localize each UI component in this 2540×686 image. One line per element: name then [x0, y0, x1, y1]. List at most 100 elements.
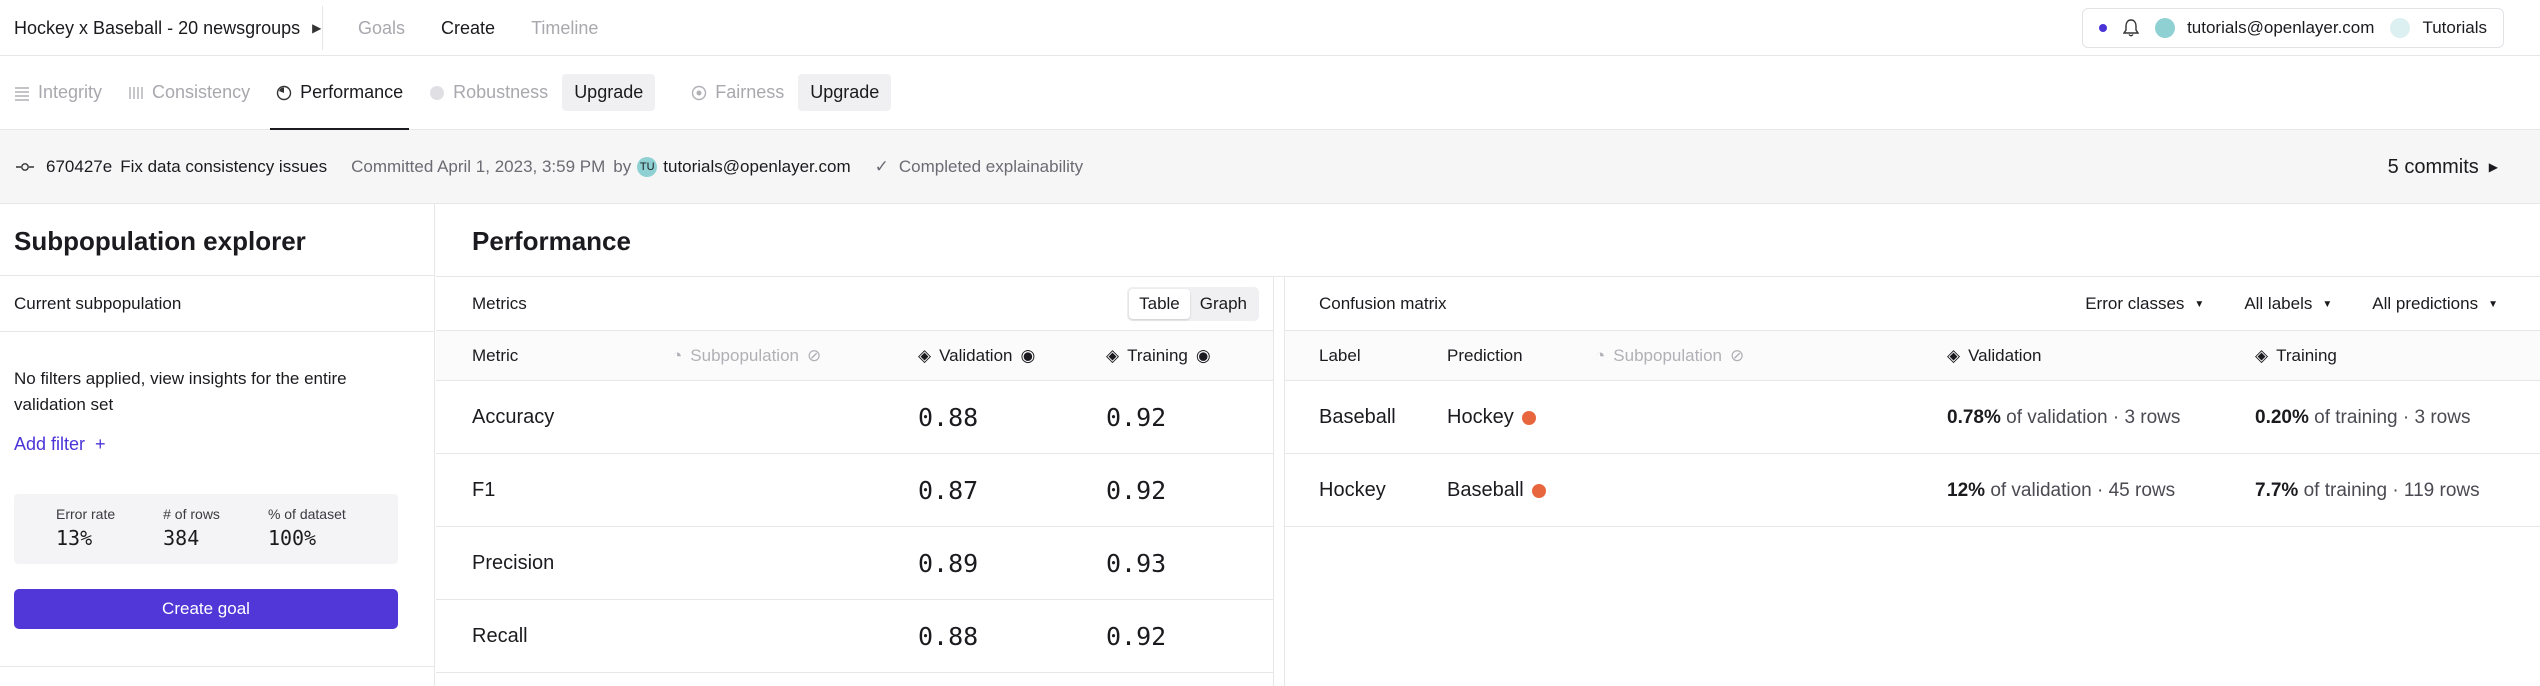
caret-down-icon: ▼ — [2322, 298, 2333, 310]
label-value: Hockey — [1319, 479, 1386, 501]
circle-icon — [430, 85, 445, 100]
commit-icon — [16, 162, 34, 171]
stat-value: 384 — [163, 526, 200, 550]
tab-robustness[interactable]: Robustness — [429, 56, 548, 130]
table-row[interactable]: Precision 0.89 0.93 — [436, 527, 1273, 600]
col-validation[interactable]: ◈ Validation ◉ — [918, 331, 1035, 381]
top-bar: Hockey x Baseball - 20 newsgroups ▶ Goal… — [0, 0, 2540, 56]
upgrade-button[interactable]: Upgrade — [562, 74, 656, 111]
metric-name: Precision — [472, 552, 555, 574]
validation-value: 0.87 — [918, 476, 979, 505]
col-metric[interactable]: Metric — [472, 331, 518, 381]
layers-icon: ◈ — [1947, 346, 1961, 365]
bell-icon[interactable] — [2123, 19, 2140, 37]
commit-hash[interactable]: 670427e — [46, 157, 112, 177]
eye-off-icon: ⊘ — [1730, 346, 1745, 365]
table-row[interactable]: Recall 0.88 0.92 — [436, 600, 1273, 673]
graph-toggle-button[interactable]: Graph — [1190, 289, 1257, 319]
eye-icon: ◉ — [1020, 346, 1036, 365]
commit-user: tutorials@openlayer.com — [663, 156, 851, 176]
add-filter-button[interactable]: Add filter + — [0, 418, 434, 455]
commit-by: by — [613, 156, 632, 176]
col-label: Training — [1127, 346, 1188, 365]
user-email: tutorials@openlayer.com — [2187, 18, 2375, 37]
predictions-dropdown[interactable]: All predictions ▼ — [2372, 294, 2498, 314]
table-row[interactable]: Baseball Hockey 0.78% of validation · 3 … — [1285, 381, 2540, 454]
tab-timeline[interactable]: Timeline — [513, 0, 616, 56]
tab-label: Performance — [300, 82, 404, 102]
training-pct: 7.7% — [2255, 479, 2299, 501]
tab-consistency[interactable]: Consistency — [128, 56, 250, 130]
add-filter-label: Add filter — [14, 434, 86, 454]
training-rows: of training · 119 rows — [2303, 479, 2480, 501]
col-subpopulation[interactable]: ◔ Subpopulation ⊘ — [672, 331, 821, 381]
divider — [0, 666, 435, 667]
validation-value: 0.89 — [918, 549, 979, 578]
user-menu[interactable]: tutorials@openlayer.com — [2155, 18, 2374, 38]
scale-icon — [692, 85, 707, 100]
notification-dot-icon — [2099, 24, 2108, 32]
col-label: Validation — [939, 346, 1013, 365]
confusion-title: Confusion matrix — [1319, 293, 1447, 313]
top-tabs: Goals Create Timeline — [340, 0, 616, 56]
tab-goals[interactable]: Goals — [340, 0, 423, 56]
caret-down-icon: ▼ — [2488, 298, 2498, 310]
project-selector[interactable]: Hockey x Baseball - 20 newsgroups ▶ — [14, 0, 321, 56]
stat-percent-dataset: % of dataset 100% — [268, 506, 346, 564]
stat-error-rate: Error rate 13% — [56, 506, 115, 564]
layers-icon: ◈ — [1106, 346, 1120, 365]
upgrade-button[interactable]: Upgrade — [798, 74, 892, 111]
commits-link[interactable]: 5 commits ▶ — [2388, 130, 2498, 204]
table-row[interactable]: F1 0.87 0.92 — [436, 454, 1273, 527]
layers-icon: ◈ — [2255, 346, 2269, 365]
error-classes-dropdown[interactable]: Error classes ▼ — [2085, 294, 2204, 314]
caret-right-icon: ▶ — [2488, 160, 2498, 174]
eye-off-icon: ⊘ — [807, 346, 822, 365]
caret-right-icon: ▶ — [312, 21, 322, 35]
tab-fairness[interactable]: Fairness — [691, 56, 784, 130]
prediction-cell: Hockey — [1447, 381, 1536, 454]
divider — [322, 6, 323, 50]
training-pct: 0.20% — [2255, 406, 2309, 428]
training-rows: of training · 3 rows — [2314, 406, 2471, 428]
category-tabs: Integrity Consistency Performance Robust… — [0, 56, 2540, 130]
dropdown-label: Error classes — [2085, 294, 2185, 313]
training-value: 0.92 — [1106, 403, 1167, 432]
table-row[interactable]: Accuracy 0.88 0.92 — [436, 381, 1273, 454]
commit-status: Completed explainability — [898, 156, 1084, 176]
table-row[interactable]: Hockey Baseball 12% of validation · 45 r… — [1285, 454, 2540, 527]
no-filters-text: No filters applied, view insights for th… — [14, 369, 347, 414]
tab-create[interactable]: Create — [423, 0, 522, 56]
tab-integrity[interactable]: Integrity — [14, 56, 102, 130]
table-toggle-button[interactable]: Table — [1129, 289, 1190, 319]
col-prediction[interactable]: Prediction — [1447, 331, 1523, 381]
metrics-title: Metrics — [472, 293, 527, 313]
tab-performance[interactable]: Performance — [264, 56, 415, 130]
validation-value: 0.88 — [918, 403, 979, 432]
training-cell: 7.7% of training · 119 rows — [2255, 454, 2480, 527]
workspace-avatar — [2390, 18, 2411, 38]
gauge-icon: ◔ — [672, 346, 683, 365]
validation-rows: of validation · 45 rows — [1990, 479, 2176, 501]
stat-value: 13% — [56, 526, 93, 550]
workspace-menu[interactable]: Tutorials — [2390, 18, 2487, 38]
metric-name: F1 — [472, 479, 496, 501]
current-subpopulation-label: Current subpopulation — [0, 276, 434, 332]
create-goal-button[interactable]: Create goal — [14, 589, 398, 629]
avatar — [2155, 18, 2176, 38]
commits-count: 5 commits — [2387, 155, 2479, 178]
tab-label: Fairness — [715, 82, 785, 102]
col-training[interactable]: ◈ Training — [2255, 331, 2337, 381]
dropdown-label: All predictions — [2372, 294, 2479, 313]
dropdown-label: All labels — [2244, 294, 2313, 313]
col-training[interactable]: ◈ Training ◉ — [1106, 331, 1211, 381]
col-subpopulation[interactable]: ◔ Subpopulation ⊘ — [1595, 331, 1744, 381]
check-icon: ✓ — [874, 156, 889, 176]
labels-dropdown[interactable]: All labels ▼ — [2244, 294, 2332, 314]
training-value: 0.92 — [1106, 476, 1167, 505]
col-validation[interactable]: ◈ Validation — [1947, 331, 2041, 381]
tab-label: Integrity — [38, 82, 103, 102]
col-label[interactable]: Label — [1319, 331, 1361, 381]
metric-name: Accuracy — [472, 406, 555, 428]
confusion-matrix-panel: Confusion matrix Error classes ▼ All labe… — [1284, 277, 2540, 686]
